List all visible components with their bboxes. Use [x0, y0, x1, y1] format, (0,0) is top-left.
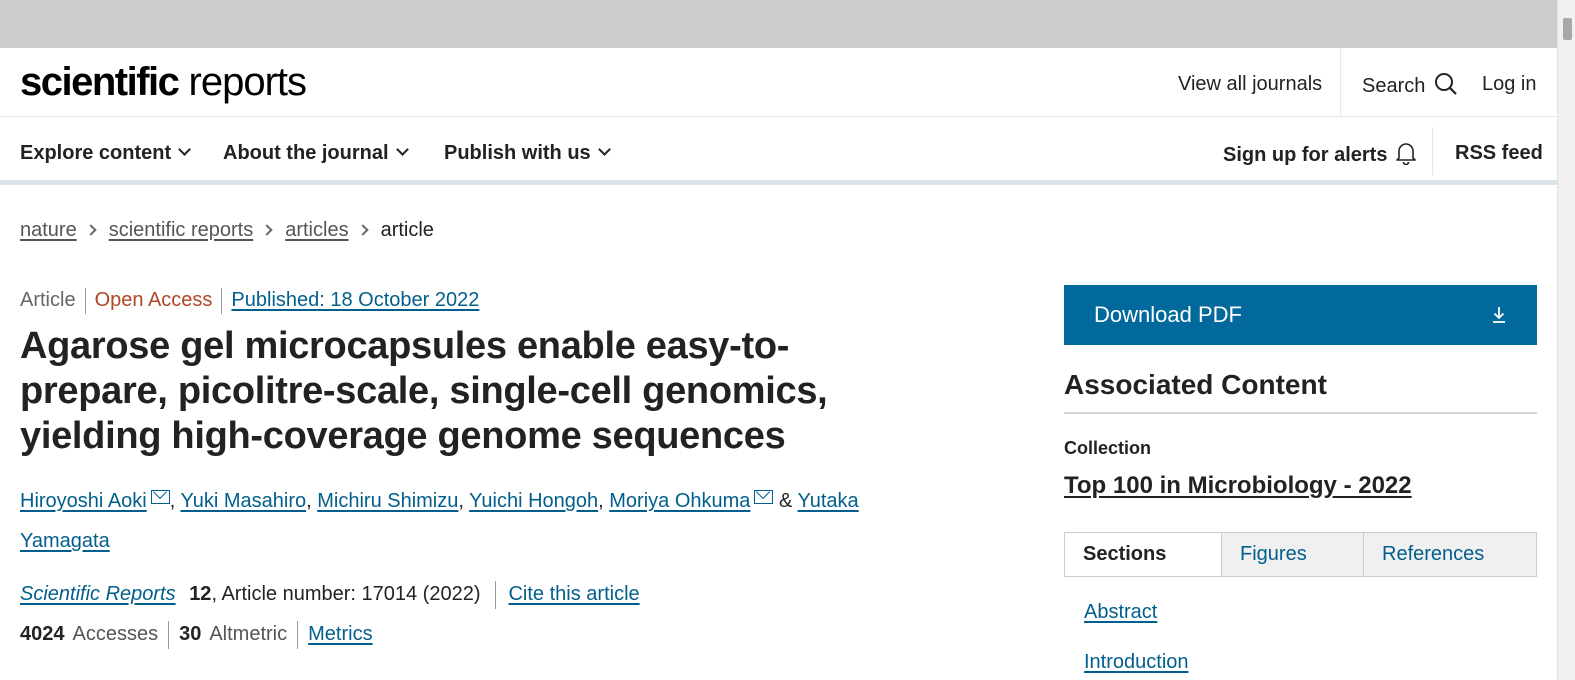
chevron-down-icon [597, 143, 611, 156]
bell-icon [1396, 143, 1416, 166]
login-link[interactable]: Log in [1482, 72, 1537, 96]
tab-figures[interactable]: Figures [1221, 533, 1363, 576]
altmetric-label: Altmetric [209, 623, 288, 645]
collection-link[interactable]: Top 100 in Microbiology - 2022 [1064, 471, 1412, 501]
sidebar-tabs: Sections Figures References [1064, 532, 1537, 577]
view-all-journals-link[interactable]: View all journals [1178, 72, 1322, 96]
breadcrumb-scientific-reports[interactable]: scientific reports [109, 219, 254, 241]
associated-content-divider [1064, 412, 1537, 414]
author-link[interactable]: Moriya Ohkuma [609, 490, 750, 512]
citation-row: Scientific Reports 12, Article number: 1… [20, 580, 640, 609]
nav-about-label: About the journal [223, 142, 389, 164]
metrics-divider [297, 620, 299, 649]
author-link[interactable]: Hiroyoshi Aoki [20, 490, 147, 512]
rss-feed-link[interactable]: RSS feed [1455, 141, 1543, 165]
author-link[interactable]: Michiru Shimizu [317, 490, 458, 512]
tab-references[interactable]: References [1363, 533, 1536, 576]
header-divider [1340, 48, 1341, 117]
accesses-count: 4024 [20, 623, 65, 645]
author-link[interactable]: Yuichi Hongoh [469, 490, 598, 512]
author-list: Hiroyoshi Aoki, Yuki Masahiro, Michiru S… [20, 489, 859, 552]
download-pdf-label: Download PDF [1094, 302, 1242, 327]
nav-publish-label: Publish with us [444, 142, 591, 164]
search-label: Search [1362, 75, 1426, 97]
nav-explore-content[interactable]: Explore content [20, 141, 192, 165]
altmetric-count: 30 [179, 623, 202, 645]
nav-explore-label: Explore content [20, 142, 172, 164]
chevron-down-icon [178, 143, 192, 156]
meta-divider [221, 287, 223, 314]
article-number: , Article number: 17014 (2022) [211, 583, 481, 605]
breadcrumb-nature[interactable]: nature [20, 219, 77, 241]
alerts-label: Sign up for alerts [1223, 144, 1388, 166]
article-type: Article [20, 289, 76, 311]
cite-divider [495, 580, 497, 609]
sign-up-alerts-link[interactable]: Sign up for alerts [1223, 141, 1417, 167]
associated-content-heading: Associated Content [1064, 369, 1327, 400]
meta-divider [84, 287, 86, 314]
mail-icon[interactable] [150, 489, 170, 504]
article-meta: Article Open Access Published: 18 October … [20, 287, 479, 314]
chevron-down-icon [395, 143, 409, 156]
download-pdf-button[interactable]: Download PDF [1064, 285, 1537, 345]
open-access-badge: Open Access [94, 289, 213, 311]
volume-number: 12 [189, 583, 212, 605]
metrics-divider [168, 620, 170, 649]
nav-publish-with-us[interactable]: Publish with us [444, 141, 611, 165]
site-header: scientific reports View all journals Sea… [0, 48, 1557, 117]
author-link[interactable]: Yuki Masahiro [180, 490, 306, 512]
search-icon [1434, 73, 1457, 95]
collection-label: Collection [1064, 438, 1152, 458]
download-icon [1493, 307, 1505, 323]
article-title: Agarose gel microcapsules enable easy-to… [20, 325, 828, 457]
breadcrumb-articles[interactable]: articles [285, 219, 348, 241]
nav-about-journal[interactable]: About the journal [223, 141, 409, 165]
logo-bold-text: scientific [20, 60, 180, 104]
logo-light-text: reports [188, 60, 307, 104]
tab-sections[interactable]: Sections [1065, 533, 1221, 576]
scroll-thumb[interactable] [1563, 18, 1572, 40]
main-nav: Explore content About the journal Publis… [0, 117, 1557, 185]
section-link-introduction[interactable]: Introduction [1084, 650, 1189, 674]
breadcrumb-current: article [380, 219, 434, 241]
published-date-link[interactable]: Published: 18 October 2022 [231, 289, 479, 311]
section-link-abstract[interactable]: Abstract [1084, 600, 1157, 624]
chevron-right-icon [85, 224, 97, 236]
nav-divider [1432, 127, 1433, 175]
metrics-row: 4024 Accesses 30 Altmetric Metrics [20, 620, 373, 649]
journal-logo[interactable]: scientific reports [20, 58, 307, 106]
metrics-link[interactable]: Metrics [308, 623, 372, 645]
cite-article-link[interactable]: Cite this article [508, 583, 639, 605]
mail-icon[interactable] [754, 489, 774, 504]
search-button[interactable]: Search [1362, 72, 1458, 98]
breadcrumb: nature scientific reports articles article [20, 217, 434, 243]
browser-top-bar [0, 0, 1557, 48]
chevron-right-icon [356, 224, 369, 236]
chevron-right-icon [261, 224, 273, 236]
page-scrollbar[interactable] [1557, 0, 1575, 680]
journal-link[interactable]: Scientific Reports [20, 583, 176, 605]
accesses-label: Accesses [72, 623, 159, 645]
